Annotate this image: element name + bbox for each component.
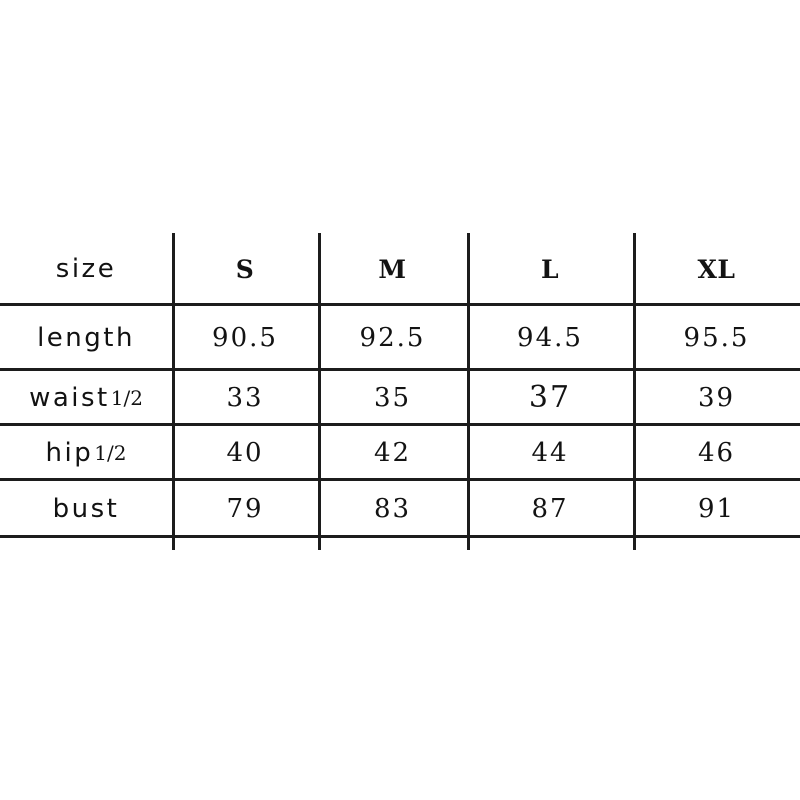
table-cell-bust-s: 79 xyxy=(172,480,318,537)
table-cell-waist-xl: 39 xyxy=(633,370,800,425)
row-label-text: waist xyxy=(29,382,110,413)
cell-value: 40 xyxy=(226,437,264,468)
cell-value: 33 xyxy=(226,382,264,413)
table-cell-bust-l: 87 xyxy=(467,480,633,537)
table-cell-bust-xl: 91 xyxy=(633,480,800,537)
cell-value: 37 xyxy=(528,380,572,415)
column-header-text: M xyxy=(378,254,407,284)
table-cell-hip-s: 40 xyxy=(172,425,318,480)
table-cell-waist-m: 35 xyxy=(318,370,467,425)
table-header-col-l: L xyxy=(467,233,633,305)
cell-value: 94.5 xyxy=(517,322,583,353)
table-cell-waist-l: 37 xyxy=(467,370,633,425)
table-row-label-hip: hip 1/2 xyxy=(0,425,172,480)
table-cell-length-s: 90.5 xyxy=(172,305,318,370)
cell-value: 35 xyxy=(373,382,412,413)
table-header-col-m: M xyxy=(318,233,467,305)
cell-value: 42 xyxy=(373,437,412,468)
row-label-text: length xyxy=(37,322,135,353)
column-header-text: L xyxy=(540,254,560,284)
table-header-size-label: size xyxy=(0,233,172,305)
size-chart-table: size S M L XL length 90.5 92.5 94.5 95.5 xyxy=(0,233,800,550)
table-cell-length-l: 94.5 xyxy=(467,305,633,370)
screenshot-canvas: size S M L XL length 90.5 92.5 94.5 95.5 xyxy=(0,0,800,800)
cell-value: 46 xyxy=(697,437,736,468)
table-cell-hip-xl: 46 xyxy=(633,425,800,480)
table-cell-waist-s: 33 xyxy=(172,370,318,425)
table-cell-bust-m: 83 xyxy=(318,480,467,537)
cell-value: 92.5 xyxy=(359,322,426,353)
row-label-fraction: 1/2 xyxy=(94,440,127,465)
cell-value: 95.5 xyxy=(683,322,750,353)
cell-value: 39 xyxy=(697,382,736,413)
column-header-text: XL xyxy=(697,254,736,284)
size-label-text: size xyxy=(55,254,117,284)
row-label-text: hip xyxy=(45,437,94,468)
cell-value: 91 xyxy=(697,493,736,524)
table-cell-hip-l: 44 xyxy=(467,425,633,480)
cell-value: 83 xyxy=(373,493,412,524)
table-cell-length-m: 92.5 xyxy=(318,305,467,370)
table-cell-hip-m: 42 xyxy=(318,425,467,480)
row-label-text: bust xyxy=(52,493,120,524)
table-header-col-xl: XL xyxy=(633,233,800,305)
cell-value: 90.5 xyxy=(212,322,278,353)
table-row-label-bust: bust xyxy=(0,480,172,537)
table-row-label-length: length xyxy=(0,305,172,370)
table-header-col-s: S xyxy=(172,233,318,305)
row-label-fraction: 1/2 xyxy=(110,385,143,410)
column-header-text: S xyxy=(235,254,255,284)
table-row-label-waist: waist 1/2 xyxy=(0,370,172,425)
cell-value: 87 xyxy=(531,493,569,524)
table-cell-length-xl: 95.5 xyxy=(633,305,800,370)
cell-value: 79 xyxy=(226,493,264,524)
cell-value: 44 xyxy=(531,437,569,468)
